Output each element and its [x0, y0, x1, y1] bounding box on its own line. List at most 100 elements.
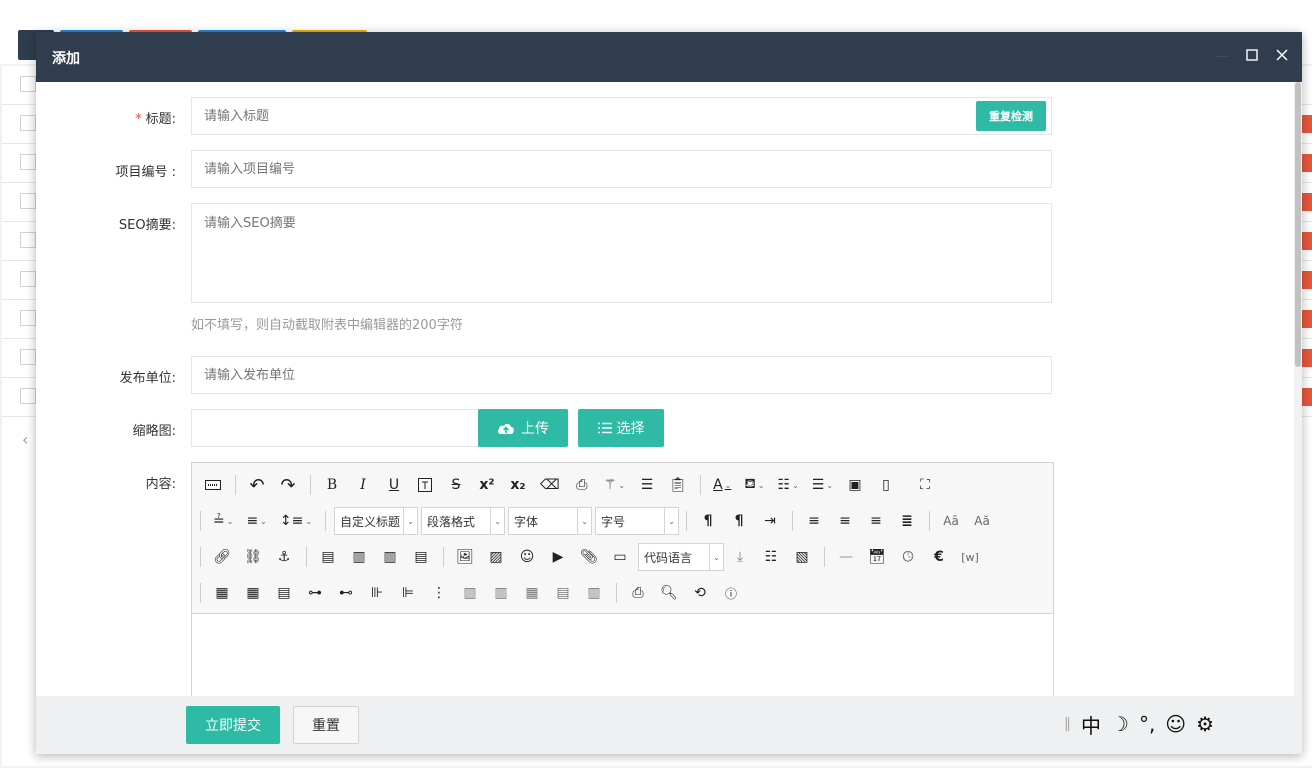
- date-icon[interactable]: 📅︎: [864, 545, 890, 569]
- seo-summary-textarea[interactable]: [191, 203, 1052, 303]
- unordered-list-icon[interactable]: ☰ ⌄: [808, 473, 837, 497]
- time-icon[interactable]: 🕓︎: [895, 545, 921, 569]
- split-rows-icon[interactable]: ▤: [550, 581, 576, 605]
- custom-title-select[interactable]: 自定义标题 ⌄: [334, 507, 419, 535]
- maximize-icon[interactable]: [1244, 47, 1260, 65]
- insert-row-after-icon[interactable]: ⊷: [333, 581, 359, 605]
- paste-plain-icon[interactable]: 📋︎: [665, 473, 691, 497]
- image-none-icon[interactable]: ▤: [315, 545, 341, 569]
- line-height-icon[interactable]: ↕≡ ⌄: [276, 509, 316, 533]
- duplicate-check-button[interactable]: 重复检测: [976, 101, 1046, 131]
- background-color-icon[interactable]: ⛾ ⌄: [740, 473, 768, 497]
- align-left-icon[interactable]: ≡: [801, 509, 827, 533]
- merge-right-icon[interactable]: ▥: [457, 581, 483, 605]
- superscript-icon[interactable]: x²: [474, 473, 500, 497]
- underline-icon[interactable]: U: [381, 473, 407, 497]
- html-source-icon[interactable]: [200, 473, 226, 497]
- minimize-icon[interactable]: —: [1214, 47, 1230, 65]
- project-number-input[interactable]: [191, 150, 1052, 188]
- select-button[interactable]: 选择: [578, 409, 664, 447]
- attachment-icon[interactable]: 📎︎: [576, 545, 602, 569]
- font-family-select[interactable]: 字体 ⌄: [508, 507, 593, 535]
- anchor-icon[interactable]: ⚓: [271, 545, 297, 569]
- insert-image-icon[interactable]: 🖼︎: [452, 545, 478, 569]
- uppercase-icon[interactable]: Aā: [938, 509, 964, 533]
- italic-icon[interactable]: I: [350, 473, 376, 497]
- indent-icon[interactable]: ⇥: [757, 509, 783, 533]
- paragraph-format-select[interactable]: 段落格式 ⌄: [421, 507, 506, 535]
- subscript-icon[interactable]: x₂: [505, 473, 531, 497]
- align-justify-icon[interactable]: ≣: [894, 509, 920, 533]
- code-language-select[interactable]: 代码语言 ⌄: [638, 543, 724, 571]
- chevron-left-icon[interactable]: ‹: [22, 430, 28, 449]
- merge-down-icon[interactable]: ▥: [488, 581, 514, 605]
- merge-cells-icon[interactable]: ⋮: [426, 581, 452, 605]
- bold-icon[interactable]: B: [319, 473, 345, 497]
- image-left-icon[interactable]: ▥: [346, 545, 372, 569]
- publisher-input[interactable]: [191, 356, 1052, 394]
- editor-content-area[interactable]: [192, 614, 1053, 696]
- moon-icon[interactable]: ☽: [1111, 712, 1129, 736]
- thumbnail-input[interactable]: [191, 409, 479, 447]
- insert-table-icon[interactable]: ▦: [209, 581, 235, 605]
- select-all-icon[interactable]: ▣: [842, 473, 868, 497]
- template-icon[interactable]: ▭: [607, 545, 633, 569]
- horizontal-table-icon[interactable]: ☷: [758, 545, 784, 569]
- split-cols-icon[interactable]: ▥: [581, 581, 607, 605]
- undo-icon[interactable]: ↶: [244, 473, 270, 497]
- eraser-icon[interactable]: ⌫: [536, 473, 564, 497]
- page-break-icon[interactable]: ⤓: [727, 545, 753, 569]
- scroll-thumb[interactable]: [1295, 82, 1301, 367]
- ime-handle[interactable]: ‖: [1064, 716, 1071, 732]
- align-center-icon[interactable]: ≡: [832, 509, 858, 533]
- punctuation-icon[interactable]: °,: [1139, 712, 1155, 736]
- image-center-icon[interactable]: ▤: [408, 545, 434, 569]
- unlink-icon[interactable]: ⛓: [240, 545, 266, 569]
- submit-button[interactable]: 立即提交: [186, 706, 280, 744]
- clear-document-icon[interactable]: ▯: [873, 473, 899, 497]
- magic-wand-icon[interactable]: ⚚ ⌄: [600, 473, 629, 497]
- insert-row-before-icon[interactable]: ⊶: [302, 581, 328, 605]
- delete-table-icon[interactable]: ▦: [240, 581, 266, 605]
- preview-icon[interactable]: 🔍︎: [656, 581, 682, 605]
- font-size-select[interactable]: 字号 ⌄: [595, 507, 680, 535]
- insert-col-after-icon[interactable]: ⊫: [395, 581, 421, 605]
- blockquote-icon[interactable]: ☰: [634, 473, 660, 497]
- ime-language[interactable]: 中: [1081, 710, 1101, 739]
- special-char-icon[interactable]: €: [926, 545, 952, 569]
- video-icon[interactable]: ▶: [545, 545, 571, 569]
- upload-button[interactable]: 上传: [478, 409, 568, 447]
- table-caption-icon[interactable]: ▤: [271, 581, 297, 605]
- row-spacing-bottom-icon[interactable]: ≡ ⌄: [242, 509, 270, 533]
- multi-image-icon[interactable]: ▨: [483, 545, 509, 569]
- font-color-icon[interactable]: A ⌄: [709, 473, 735, 497]
- reset-button[interactable]: 重置: [293, 706, 359, 744]
- format-painter-icon[interactable]: ⎙: [569, 473, 595, 497]
- gear-icon[interactable]: ⚙: [1196, 712, 1214, 736]
- ltr-icon[interactable]: ¶: [695, 509, 721, 533]
- title-input[interactable]: [191, 97, 1052, 135]
- search-replace-icon[interactable]: ⟲: [687, 581, 713, 605]
- print-icon[interactable]: ⎙: [625, 581, 651, 605]
- lowercase-icon[interactable]: Aă: [969, 509, 995, 533]
- image-right-icon[interactable]: ▥: [377, 545, 403, 569]
- fullscreen-icon[interactable]: ⛶: [912, 473, 938, 497]
- modal-scrollbar[interactable]: [1294, 82, 1302, 696]
- redo-icon[interactable]: ↷: [275, 473, 301, 497]
- ordered-list-icon[interactable]: ☷ ⌄: [774, 473, 803, 497]
- word-image-icon[interactable]: [w]: [957, 545, 983, 569]
- horizontal-rule-icon[interactable]: —: [833, 545, 859, 569]
- textbox-icon[interactable]: [412, 473, 438, 497]
- help-icon[interactable]: ⓘ: [718, 581, 744, 605]
- strikethrough-icon[interactable]: S: [443, 473, 469, 497]
- emoji-icon[interactable]: ☺: [1165, 712, 1186, 736]
- link-icon[interactable]: 🔗︎: [209, 545, 235, 569]
- emoji-icon[interactable]: ☺: [514, 545, 540, 569]
- split-cells-icon[interactable]: ▦: [519, 581, 545, 605]
- close-icon[interactable]: [1274, 47, 1290, 65]
- rtl-icon[interactable]: ¶: [726, 509, 752, 533]
- row-spacing-top-icon[interactable]: ≟ ⌄: [209, 509, 237, 533]
- insert-col-before-icon[interactable]: ⊪: [364, 581, 390, 605]
- align-right-icon[interactable]: ≡: [863, 509, 889, 533]
- background-pattern-icon[interactable]: ▧: [789, 545, 815, 569]
